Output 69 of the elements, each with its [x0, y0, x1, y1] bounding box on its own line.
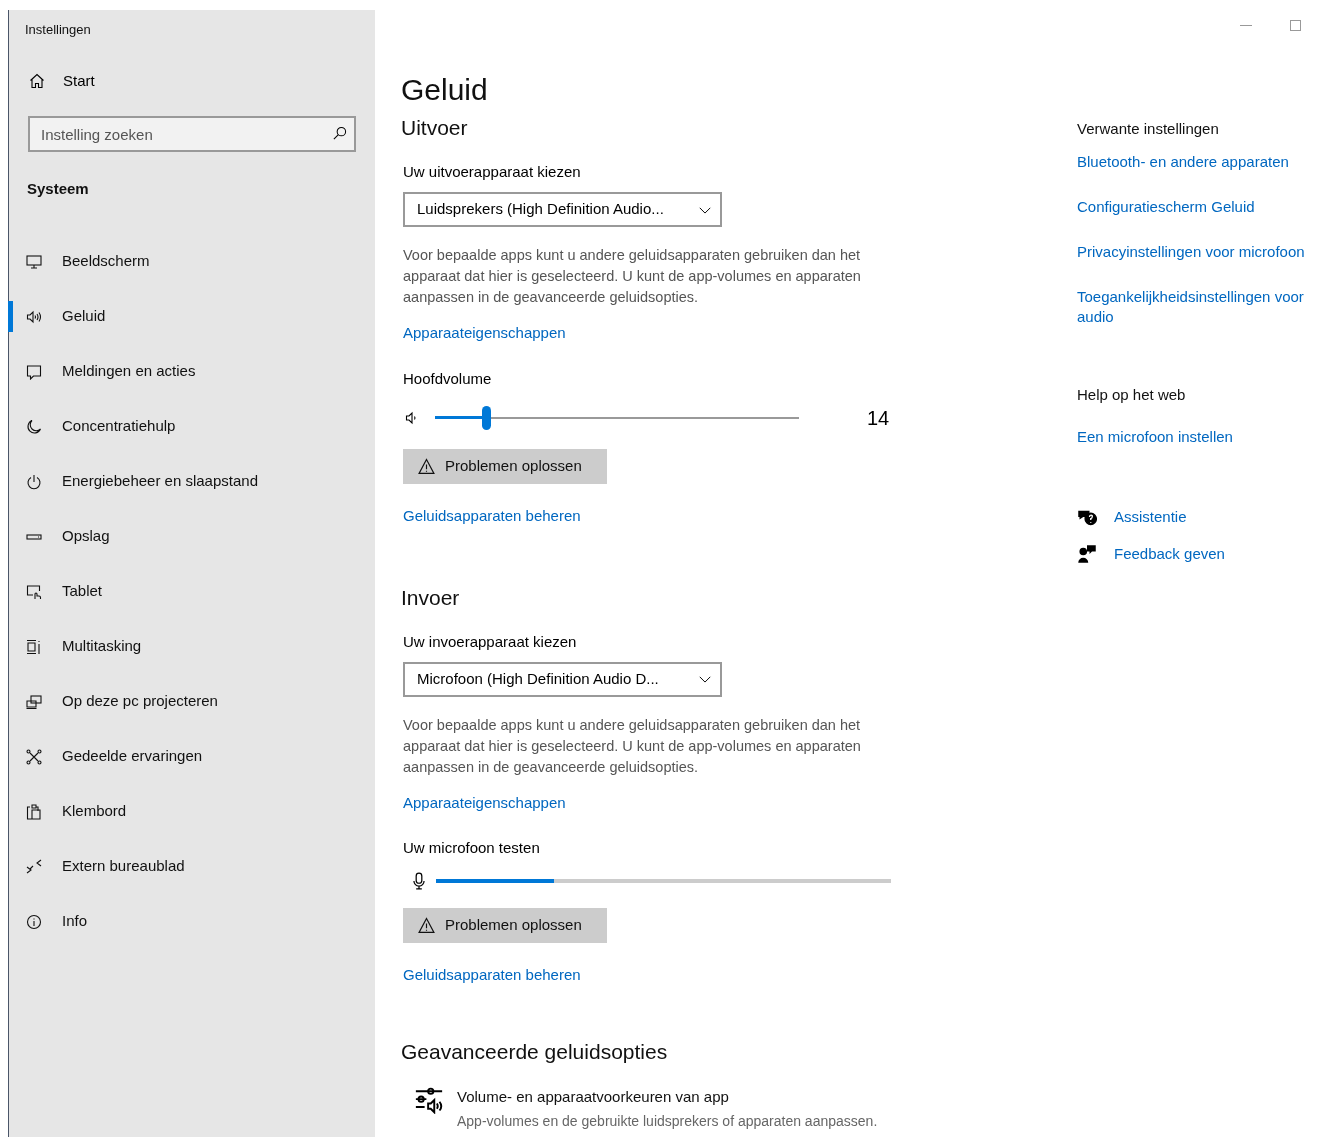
section-heading: Uitvoer	[401, 115, 469, 141]
related-link[interactable]: Bluetooth- en andere apparaten	[1077, 151, 1333, 172]
related-link[interactable]: Privacyinstellingen voor microfoon	[1077, 241, 1333, 262]
field-label: Uw uitvoerapparaat kiezen	[402, 162, 582, 182]
device-dropdown[interactable]: Luidsprekers (High Definition Audio...	[403, 192, 722, 227]
remote-desktop-icon	[26, 858, 42, 875]
projector-icon	[26, 693, 42, 710]
warning-icon	[418, 458, 435, 475]
troubleshoot-button[interactable]: Problemen oplossen	[403, 449, 607, 484]
nav-item[interactable]: Tablet	[9, 564, 375, 619]
section-heading: Invoer	[401, 584, 461, 611]
description: Voor bepaalde apps kunt u andere geluidsapparaten gebruiken dan het apparaat dat hier is geselecteerd. U kunt de app-volumes en apparaten aanpassen in de geavanceerde geluidsopties.	[402, 246, 862, 307]
properties-link[interactable]: Apparaateigenschappen	[401, 322, 566, 345]
page-title: Geluid	[401, 72, 489, 108]
nav-item[interactable]: Info	[9, 894, 375, 949]
home-link[interactable]: Start	[9, 66, 375, 96]
feedback-person-icon	[1077, 544, 1097, 565]
related-link[interactable]: Configuratiescherm Geluid	[1077, 196, 1333, 217]
device-dropdown[interactable]: Microfoon (High Definition Audio D...	[403, 661, 722, 697]
clipboard-icon	[26, 803, 42, 820]
support-link[interactable]: Assistentie	[1077, 505, 1333, 528]
nav-item[interactable]: Concentratiehulp	[9, 399, 375, 454]
multitasking-icon	[26, 638, 42, 655]
speech-bubble-icon	[26, 363, 42, 380]
section-heading: Systeem	[26, 179, 90, 199]
related-heading: Verwante instellingen	[1077, 119, 1220, 139]
support-link[interactable]: Feedback geven	[1077, 543, 1333, 566]
slider-thumb[interactable]	[481, 406, 491, 430]
power-icon	[26, 473, 42, 490]
nav-item[interactable]: Op deze pc projecteren	[9, 674, 375, 729]
section-heading: Geavanceerde geluidsopties	[401, 1039, 669, 1065]
field-label: Hoofdvolume	[402, 368, 493, 389]
maximize-icon[interactable]	[1290, 20, 1301, 31]
warning-icon	[418, 916, 435, 934]
microphone-icon	[410, 870, 428, 891]
field-label: Uw microfoon testen	[402, 838, 541, 858]
help-link[interactable]: Een microfoon instellen	[1077, 426, 1333, 449]
nav-item[interactable]: Klembord	[9, 784, 375, 839]
network-nodes-icon	[26, 748, 42, 765]
sliders-speaker-icon	[415, 1086, 443, 1114]
nav-item[interactable]: Meldingen en acties	[9, 344, 375, 399]
volume-value: 14	[867, 406, 890, 431]
manage-devices-link[interactable]: Geluidsapparaten beheren	[401, 505, 581, 528]
info-icon	[26, 913, 42, 930]
related-link[interactable]: Toegankelijkheidsinstellingen voor audio	[1077, 286, 1333, 327]
window-title: Instellingen	[24, 21, 92, 39]
nav-item[interactable]: Gedeelde ervaringen	[9, 729, 375, 784]
properties-link[interactable]: Apparaateigenschappen	[401, 791, 566, 814]
volume-slider[interactable]	[435, 406, 799, 430]
nav-item[interactable]: Multitasking	[9, 619, 375, 674]
description: Voor bepaalde apps kunt u andere geluidsapparaten gebruiken dan het apparaat dat hier is geselecteerd. U kunt de app-volumes en apparaten aanpassen in de geavanceerde geluidsopties.	[402, 715, 862, 777]
settings-link-title: Volume- en apparaatvoorkeuren van app	[457, 1087, 730, 1107]
moon-icon	[26, 418, 42, 435]
nav-item[interactable]: Opslag	[9, 509, 375, 564]
nav-item[interactable]: Beeldscherm	[9, 234, 375, 289]
nav-item[interactable]: Extern bureaublad	[9, 839, 375, 894]
manage-devices-link[interactable]: Geluidsapparaten beheren	[401, 963, 581, 986]
search-icon[interactable]	[332, 126, 347, 141]
nav-item[interactable]: Energiebeheer en slaapstand	[9, 454, 375, 509]
troubleshoot-button[interactable]: Problemen oplossen	[403, 907, 607, 943]
field-label: Uw invoerapparaat kiezen	[402, 631, 578, 652]
home-icon	[29, 73, 45, 89]
search-field[interactable]: Instelling zoeken	[28, 116, 356, 152]
settings-link-description: App-volumes en de gebruikte luidsprekers of apparaten aanpassen.	[457, 1111, 878, 1131]
speaker-icon	[26, 308, 42, 325]
help-heading: Help op het web	[1077, 384, 1187, 405]
monitor-icon	[26, 253, 42, 270]
settings-link[interactable]: Volume- en apparaatvoorkeuren van app App-volumes en de gebruikte luidsprekers of apparaten aanpassen.	[401, 1086, 1065, 1132]
tablet-icon	[26, 583, 42, 600]
